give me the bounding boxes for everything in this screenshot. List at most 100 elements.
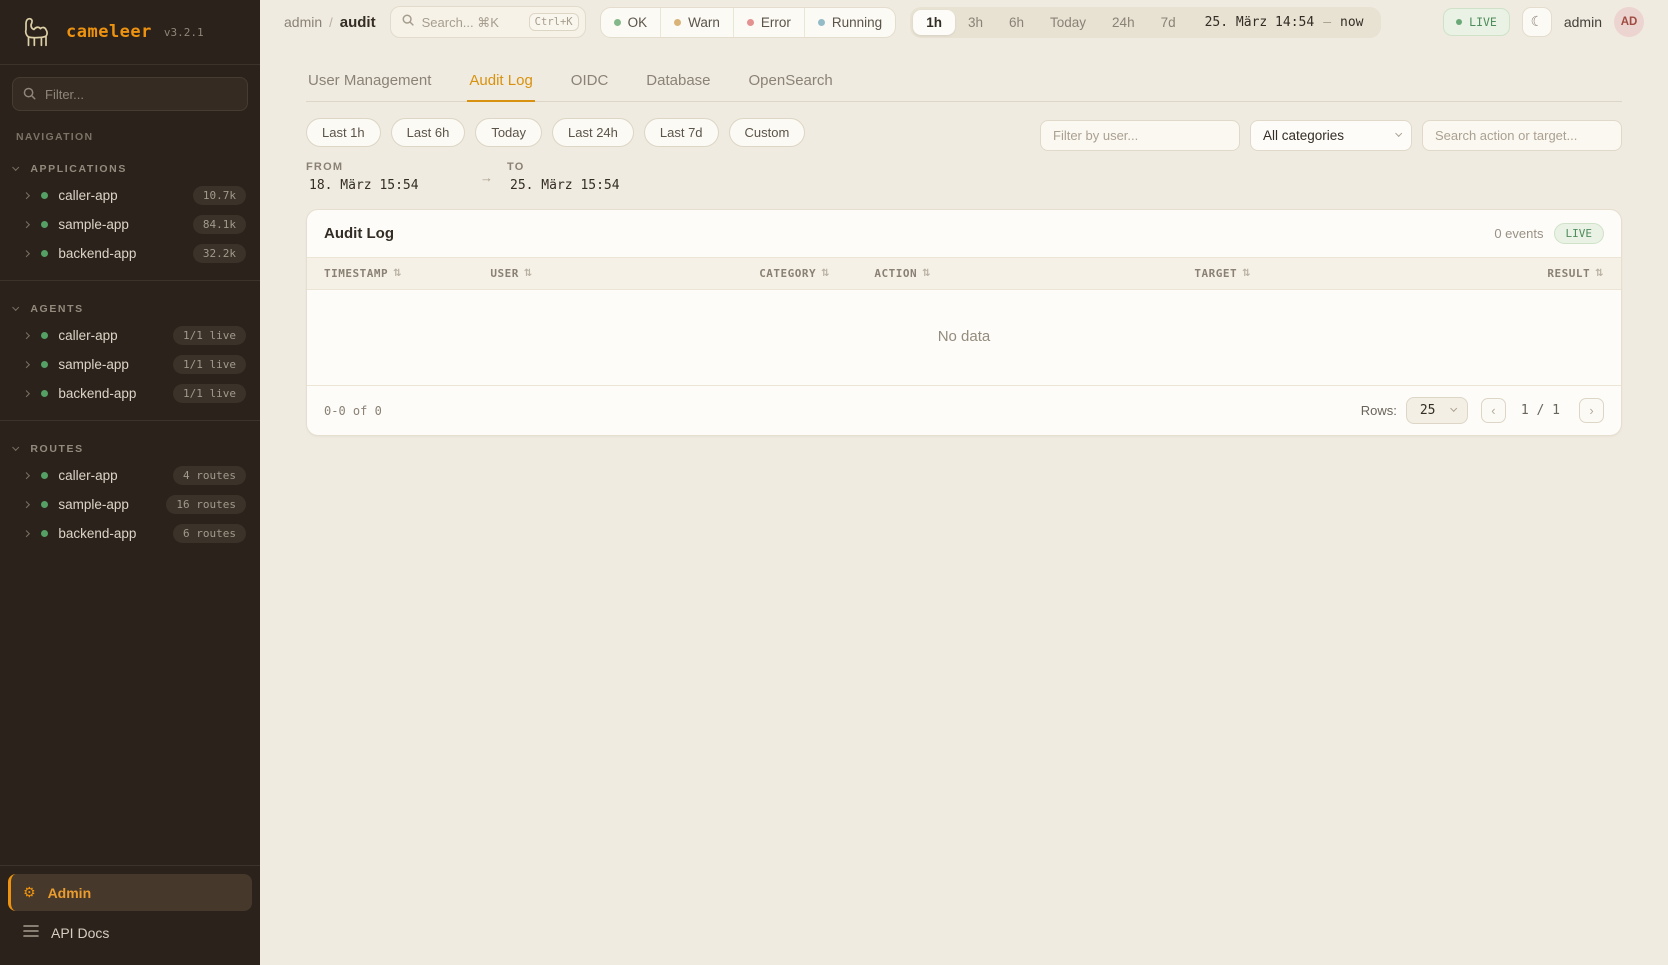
app-name: cameleer	[66, 22, 152, 42]
search-action-input[interactable]	[1422, 120, 1622, 151]
chip-custom[interactable]: Custom	[729, 118, 806, 147]
rows-value: 25	[1420, 403, 1436, 418]
chip-last-6h[interactable]: Last 6h	[391, 118, 466, 147]
section-routes: ROUTES caller-app 4 routes sample-app 16…	[0, 429, 260, 552]
column-header-category[interactable]: CATEGORY ⇅	[759, 267, 874, 280]
column-header-action[interactable]: ACTION ⇅	[874, 267, 1194, 280]
column-label: TIMESTAMP	[324, 267, 388, 280]
avatar[interactable]: AD	[1614, 7, 1644, 37]
from-block[interactable]: FROM 18. März 15:54	[306, 161, 466, 193]
time-range-6h[interactable]: 6h	[996, 10, 1037, 35]
item-label: backend-app	[58, 526, 173, 541]
sort-icon: ⇅	[524, 268, 533, 279]
rows-per-page-select[interactable]: 25	[1406, 397, 1468, 424]
sidebar-item-caller-app[interactable]: caller-app 10.7k	[0, 181, 260, 210]
sidebar-filter-input[interactable]	[12, 77, 248, 111]
status-filter-ok[interactable]: OK	[601, 8, 661, 37]
time-end: now	[1340, 15, 1363, 30]
status-filter-warn[interactable]: Warn	[660, 8, 733, 37]
filter-by-user-input[interactable]	[1040, 120, 1240, 151]
tab-database[interactable]: Database	[644, 62, 712, 102]
column-header-user[interactable]: USER ⇅	[490, 267, 759, 280]
global-search[interactable]: Ctrl+K	[390, 6, 586, 38]
user-name: admin	[1564, 14, 1602, 30]
sidebar-item-caller-app[interactable]: caller-app 1/1 live	[0, 321, 260, 350]
sort-icon: ⇅	[1242, 268, 1251, 279]
chevron-down-icon	[1395, 130, 1403, 138]
top-bar: admin / audit Ctrl+K OK	[260, 0, 1668, 44]
filters-row: Last 1h Last 6h Today Last 24h Last 7d C…	[306, 118, 1622, 151]
chevron-right-icon	[23, 530, 31, 538]
section-header-agents[interactable]: AGENTS	[0, 295, 260, 321]
section-header-routes[interactable]: ROUTES	[0, 435, 260, 461]
app-version: v3.2.1	[164, 26, 204, 39]
item-label: sample-app	[58, 217, 193, 232]
sidebar-item-sample-app[interactable]: sample-app 1/1 live	[0, 350, 260, 379]
from-value: 18. März 15:54	[306, 178, 466, 193]
column-header-result[interactable]: RESULT ⇅	[1514, 267, 1604, 280]
sidebar-item-caller-app[interactable]: caller-app 4 routes	[0, 461, 260, 490]
time-range-24h[interactable]: 24h	[1099, 10, 1148, 35]
chevron-down-icon	[12, 444, 20, 452]
item-badge: 6 routes	[173, 524, 246, 543]
breadcrumb-parent[interactable]: admin	[284, 14, 322, 30]
app-logo[interactable]: cameleer v3.2.1	[0, 0, 260, 64]
item-label: sample-app	[58, 497, 166, 512]
time-range-today[interactable]: Today	[1037, 10, 1099, 35]
sidebar-item-backend-app[interactable]: backend-app 1/1 live	[0, 379, 260, 408]
breadcrumb-separator: /	[329, 15, 333, 30]
page-indicator: 1 / 1	[1521, 403, 1560, 418]
chevron-right-icon	[23, 501, 31, 509]
column-label: CATEGORY	[759, 267, 816, 280]
status-label: Warn	[688, 15, 720, 30]
item-badge: 32.2k	[193, 244, 246, 263]
search-icon	[401, 13, 415, 32]
item-label: backend-app	[58, 386, 173, 401]
to-block[interactable]: TO 25. März 15:54	[507, 161, 667, 193]
time-range-group: 1h 3h 6h Today 24h 7d 25. März 14:54 — n…	[910, 7, 1380, 38]
status-dot	[41, 390, 48, 397]
sidebar-item-backend-app[interactable]: backend-app 32.2k	[0, 239, 260, 268]
sidebar-item-api-docs[interactable]: API Docs	[8, 915, 252, 951]
item-label: caller-app	[58, 188, 193, 203]
arrow-right-icon: →	[480, 170, 493, 185]
status-dot	[41, 192, 48, 199]
column-header-target[interactable]: TARGET ⇅	[1194, 267, 1514, 280]
ok-dot-icon	[614, 19, 621, 26]
tab-user-management[interactable]: User Management	[306, 62, 433, 102]
category-select[interactable]: All categories	[1250, 120, 1412, 151]
global-search-input[interactable]	[422, 15, 522, 30]
sidebar-item-backend-app[interactable]: backend-app 6 routes	[0, 519, 260, 548]
tab-audit-log[interactable]: Audit Log	[467, 62, 534, 102]
chip-today[interactable]: Today	[475, 118, 542, 147]
status-filter-running[interactable]: Running	[804, 8, 895, 37]
time-display[interactable]: 25. März 14:54 — now	[1189, 15, 1378, 30]
time-range-7d[interactable]: 7d	[1148, 10, 1189, 35]
section-header-applications[interactable]: APPLICATIONS	[0, 155, 260, 181]
admin-label: Admin	[48, 885, 92, 901]
chevron-right-icon	[23, 221, 31, 229]
chip-last-7d[interactable]: Last 7d	[644, 118, 719, 147]
status-dot	[41, 361, 48, 368]
next-page-button[interactable]: ›	[1579, 398, 1604, 423]
time-range-3h[interactable]: 3h	[955, 10, 996, 35]
item-label: caller-app	[58, 328, 173, 343]
sidebar-item-admin[interactable]: ⚙ Admin	[8, 874, 252, 911]
chip-last-1h[interactable]: Last 1h	[306, 118, 381, 147]
column-label: ACTION	[874, 267, 917, 280]
chip-last-24h[interactable]: Last 24h	[552, 118, 634, 147]
theme-toggle-button[interactable]: ☾	[1522, 7, 1552, 37]
prev-page-button[interactable]: ‹	[1481, 398, 1506, 423]
column-header-timestamp[interactable]: TIMESTAMP ⇅	[324, 267, 490, 280]
date-range-row: FROM 18. März 15:54 → TO 25. März 15:54	[306, 161, 1622, 193]
sidebar-item-sample-app[interactable]: sample-app 16 routes	[0, 490, 260, 519]
status-filter-error[interactable]: Error	[733, 8, 804, 37]
sidebar-item-sample-app[interactable]: sample-app 84.1k	[0, 210, 260, 239]
item-badge: 1/1 live	[173, 384, 246, 403]
tab-opensearch[interactable]: OpenSearch	[747, 62, 835, 102]
status-label: Running	[832, 15, 882, 30]
gear-icon: ⚙	[23, 886, 36, 900]
tab-oidc[interactable]: OIDC	[569, 62, 611, 102]
live-toggle[interactable]: LIVE	[1443, 8, 1510, 36]
time-range-1h[interactable]: 1h	[913, 10, 955, 35]
